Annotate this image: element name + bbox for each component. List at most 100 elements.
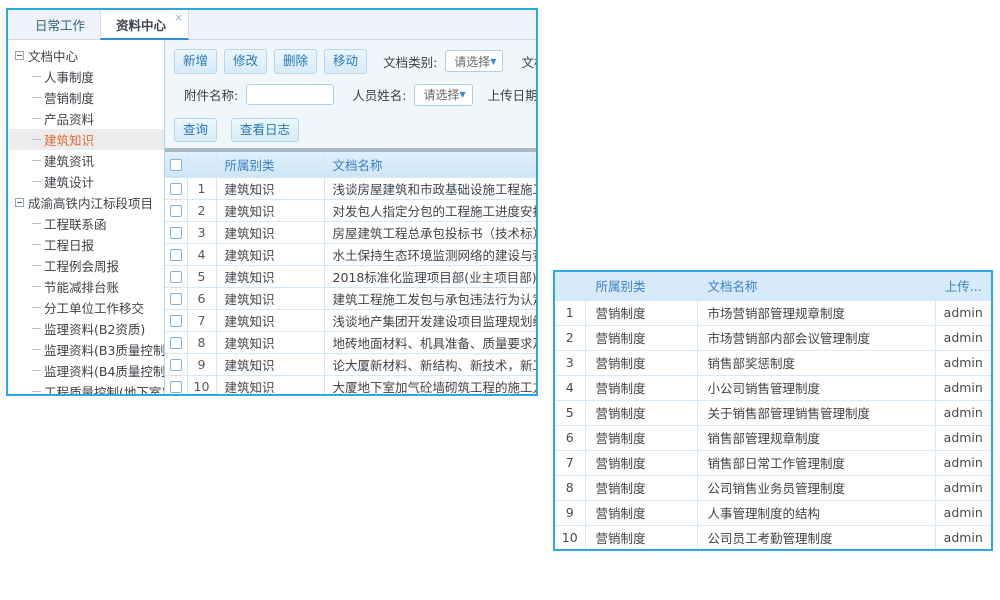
row-checkbox-cell[interactable]: [165, 331, 187, 353]
select-all-checkbox[interactable]: [170, 159, 182, 171]
detail-table-header-row: 所属别类 文档名称 上传...: [555, 272, 991, 300]
row-checkbox-cell[interactable]: [165, 309, 187, 331]
detail-table-row[interactable]: 3营销制度销售部奖惩制度admin: [555, 350, 991, 375]
row-checkbox-cell[interactable]: [165, 221, 187, 243]
row-number: 5: [187, 265, 216, 287]
row-checkbox-cell[interactable]: [165, 375, 187, 396]
row-checkbox[interactable]: [170, 359, 182, 371]
row-category: 营销制度: [585, 375, 697, 400]
header-number: [555, 272, 585, 300]
detail-table-row[interactable]: 2营销制度市场营销部内部会议管理制度admin: [555, 325, 991, 350]
tree-item[interactable]: 监理资料(B4质量控制): [8, 360, 164, 381]
doc-table-row[interactable]: 9建筑知识论大厦新材料、新结构、新技术，新工...: [165, 353, 536, 375]
doc-table-row[interactable]: 6建筑知识建筑工程施工发包与承包违法行为认定...: [165, 287, 536, 309]
tree-item[interactable]: 人事制度: [8, 66, 164, 87]
toolbar-row-actions: 新增 修改 删除 移动 文档类别: 请选择 ▼ 文档: [165, 40, 536, 74]
doc-table-row[interactable]: 8建筑知识地砖地面材料、机具准备、质量要求及...: [165, 331, 536, 353]
row-checkbox[interactable]: [170, 315, 182, 327]
tree-collapse-icon[interactable]: [15, 51, 24, 60]
toolbar-row-query: 查询 查看日志: [165, 118, 536, 143]
row-uploader: admin: [935, 300, 991, 325]
detail-table-row[interactable]: 4营销制度小公司销售管理制度admin: [555, 375, 991, 400]
row-checkbox-cell[interactable]: [165, 199, 187, 221]
tree-item[interactable]: 营销制度: [8, 87, 164, 108]
tab-data-center[interactable]: 资料中心 ×: [100, 10, 189, 40]
tree-item[interactable]: 监理资料(B3质量控制): [8, 339, 164, 360]
row-doc-name: 对发包人指定分包的工程施工进度安排...: [324, 199, 536, 221]
tree-item[interactable]: 产品资料: [8, 108, 164, 129]
detail-table-row[interactable]: 9营销制度人事管理制度的结构admin: [555, 500, 991, 525]
doc-table: 所属别类 文档名称 1建筑知识浅谈房屋建筑和市政基础设施工程施工...2建筑知识…: [165, 152, 536, 396]
query-button[interactable]: 查询: [174, 118, 217, 143]
row-checkbox[interactable]: [170, 337, 182, 349]
row-checkbox-cell[interactable]: [165, 265, 187, 287]
tree-item[interactable]: 工程质量控制(地下室): [8, 381, 164, 396]
row-checkbox[interactable]: [170, 293, 182, 305]
detail-table-row[interactable]: 6营销制度销售部管理规章制度admin: [555, 425, 991, 450]
detail-table-row[interactable]: 8营销制度公司销售业务员管理制度admin: [555, 475, 991, 500]
row-checkbox-cell[interactable]: [165, 353, 187, 375]
row-checkbox[interactable]: [170, 381, 182, 393]
row-number: 1: [555, 300, 585, 325]
doc-table-row[interactable]: 4建筑知识水土保持生态环境监测网络的建设与资...: [165, 243, 536, 265]
row-checkbox[interactable]: [170, 271, 182, 283]
edit-button[interactable]: 修改: [224, 49, 267, 74]
tree-collapse-icon[interactable]: [15, 198, 24, 207]
tree-item-label: 工程日报: [44, 235, 94, 254]
tree-item[interactable]: 建筑资讯: [8, 150, 164, 171]
add-button[interactable]: 新增: [174, 49, 217, 74]
detail-table-row[interactable]: 10营销制度公司员工考勤管理制度admin: [555, 525, 991, 550]
tree-connector-icon: [32, 97, 41, 98]
select-all-cell[interactable]: [165, 152, 187, 177]
tree-item[interactable]: 成渝高铁内江标段项目: [8, 192, 164, 213]
row-checkbox-cell[interactable]: [165, 287, 187, 309]
tree-item[interactable]: 分工单位工作移交: [8, 297, 164, 318]
attachment-name-input[interactable]: [246, 84, 334, 105]
doc-category-select[interactable]: 请选择 ▼: [445, 50, 503, 72]
person-name-select[interactable]: 请选择 ▼: [414, 84, 472, 106]
row-checkbox[interactable]: [170, 205, 182, 217]
doc-table-row[interactable]: 2建筑知识对发包人指定分包的工程施工进度安排...: [165, 199, 536, 221]
tree-item-label: 建筑设计: [44, 172, 94, 191]
tree-item[interactable]: 工程日报: [8, 234, 164, 255]
row-checkbox[interactable]: [170, 183, 182, 195]
tree-item[interactable]: 节能减排台账: [8, 276, 164, 297]
row-checkbox-cell[interactable]: [165, 243, 187, 265]
tree-item[interactable]: 工程联系函: [8, 213, 164, 234]
row-doc-name: 销售部日常工作管理制度: [697, 450, 935, 475]
panel-body: 文档中心人事制度营销制度产品资料建筑知识建筑资讯建筑设计成渝高铁内江标段项目工程…: [8, 40, 536, 396]
detail-table-row[interactable]: 5营销制度关于销售部管理销售管理制度admin: [555, 400, 991, 425]
row-number: 5: [555, 400, 585, 425]
doc-table-row[interactable]: 7建筑知识浅谈地产集团开发建设项目监理规划编...: [165, 309, 536, 331]
tree-connector-icon: [32, 223, 41, 224]
detail-table-row[interactable]: 1营销制度市场营销部管理规章制度admin: [555, 300, 991, 325]
tab-label: 日常工作: [35, 15, 85, 34]
view-log-button[interactable]: 查看日志: [231, 118, 299, 143]
detail-table-row[interactable]: 7营销制度销售部日常工作管理制度admin: [555, 450, 991, 475]
row-checkbox-cell[interactable]: [165, 177, 187, 199]
doc-table-row[interactable]: 10建筑知识大厦地下室加气砼墙砌筑工程的施工方...: [165, 375, 536, 396]
tree-item-label: 工程质量控制(地下室): [44, 382, 165, 396]
row-number: 2: [555, 325, 585, 350]
row-category: 建筑知识: [216, 199, 324, 221]
header-category: 所属别类: [216, 152, 324, 177]
row-category: 营销制度: [585, 325, 697, 350]
tree-item[interactable]: 建筑设计: [8, 171, 164, 192]
row-category: 营销制度: [585, 525, 697, 550]
tree-item[interactable]: 文档中心: [8, 45, 164, 66]
attachment-name-label: 附件名称:: [184, 85, 238, 104]
delete-button[interactable]: 删除: [274, 49, 317, 74]
tree-connector-icon: [32, 349, 41, 350]
tab-daily-work[interactable]: 日常工作: [20, 10, 100, 39]
tree-item[interactable]: 工程例会周报: [8, 255, 164, 276]
tree-item[interactable]: 监理资料(B2资质): [8, 318, 164, 339]
tab-close-icon[interactable]: ×: [174, 13, 183, 23]
doc-table-row[interactable]: 5建筑知识2018标准化监理项目部(业主项目部)人员...: [165, 265, 536, 287]
move-button[interactable]: 移动: [324, 49, 367, 74]
row-category: 建筑知识: [216, 287, 324, 309]
tree-item[interactable]: 建筑知识: [8, 129, 164, 150]
doc-table-row[interactable]: 1建筑知识浅谈房屋建筑和市政基础设施工程施工...: [165, 177, 536, 199]
row-checkbox[interactable]: [170, 249, 182, 261]
row-checkbox[interactable]: [170, 227, 182, 239]
doc-table-row[interactable]: 3建筑知识房屋建筑工程总承包投标书（技术标）...: [165, 221, 536, 243]
